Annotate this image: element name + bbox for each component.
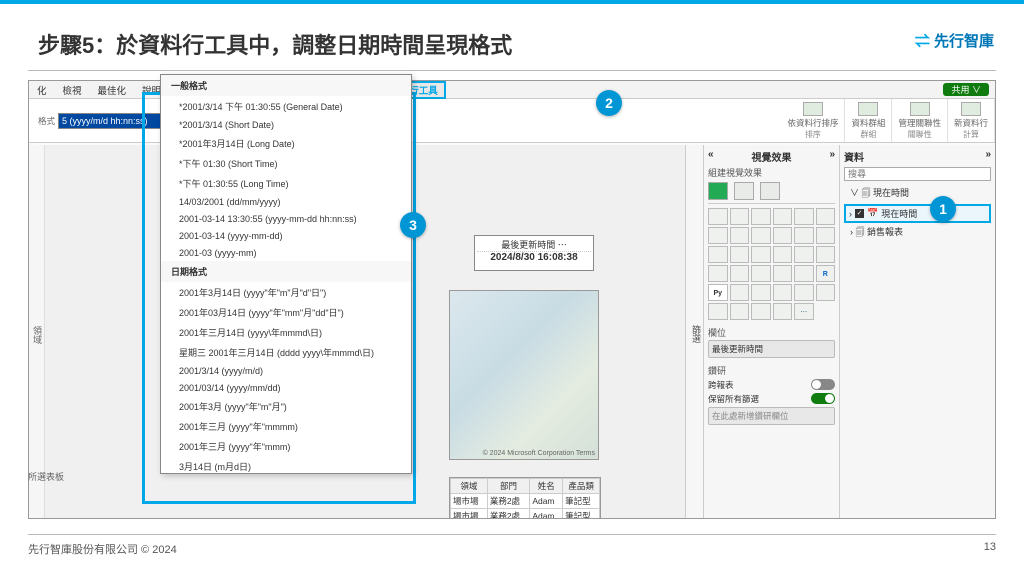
viz-icon[interactable] xyxy=(773,208,793,225)
viz-icon[interactable] xyxy=(730,227,750,244)
marker-3: 3 xyxy=(400,212,426,238)
ts-title: 最後更新時間 ⋯ xyxy=(477,238,591,252)
build-tab-icon[interactable] xyxy=(708,182,728,200)
viz-icon[interactable] xyxy=(730,303,750,320)
viz-icon[interactable] xyxy=(708,303,728,320)
viz-icon[interactable] xyxy=(773,227,793,244)
tab-view[interactable]: 檢視 xyxy=(55,83,90,97)
filter-pane-collapsed[interactable]: 篩選 xyxy=(685,145,703,518)
viz-icon[interactable] xyxy=(751,227,771,244)
viz-icon[interactable] xyxy=(794,265,814,282)
viz-icon[interactable] xyxy=(708,227,728,244)
domain-bar[interactable]: 領域 xyxy=(29,145,45,518)
format-tab-icon[interactable] xyxy=(734,182,754,200)
format-option[interactable]: 2001-03 (yyyy-mm) xyxy=(161,244,411,261)
new-column-icon[interactable] xyxy=(961,102,981,116)
format-option[interactable]: 14/03/2001 (dd/mm/yyyy) xyxy=(161,193,411,210)
viz-icon-py[interactable]: Py xyxy=(708,284,728,301)
format-option[interactable]: 2001-03-14 (yyyy-mm-dd) xyxy=(161,227,411,244)
format-option[interactable]: 2001年03月14日 (yyyy"年"mm"月"dd"日") xyxy=(161,302,411,322)
share-button[interactable]: 共用 ∨ xyxy=(943,83,989,96)
tree-column-selected[interactable]: ›✓📅現在時間 xyxy=(844,204,991,223)
viz-icon[interactable] xyxy=(816,284,836,301)
marker-2: 2 xyxy=(596,90,622,116)
viz-icon[interactable] xyxy=(773,246,793,263)
marker-1: 1 xyxy=(930,196,956,222)
format-option[interactable]: *2001/3/14 下午 01:30:55 (General Date) xyxy=(161,96,411,116)
table-row: 場市場業務2處Adam筆記型 xyxy=(451,494,600,509)
map-attribution: © 2024 Microsoft Corporation Terms xyxy=(483,450,595,457)
tree-table[interactable]: › 🗐 銷售報表 xyxy=(844,223,991,243)
viz-icon[interactable]: R xyxy=(816,265,836,282)
format-option[interactable]: 星期三 2001年三月14日 (dddd yyyy\年mmmd\日) xyxy=(161,342,411,362)
search-input[interactable] xyxy=(844,167,991,181)
format-option[interactable]: 3月14日 (m月d日) xyxy=(161,456,411,474)
viz-icon[interactable] xyxy=(751,284,771,301)
relationship-icon[interactable] xyxy=(910,102,930,116)
viz-icon[interactable] xyxy=(751,246,771,263)
viz-icon[interactable] xyxy=(816,246,836,263)
viz-icon[interactable] xyxy=(730,208,750,225)
format-label: 格式 xyxy=(38,115,55,127)
page-number: 13 xyxy=(984,541,996,557)
viz-icon[interactable] xyxy=(708,208,728,225)
viz-icon[interactable] xyxy=(708,246,728,263)
viz-icon[interactable] xyxy=(730,265,750,282)
map-title: 收入 xyxy=(450,290,470,293)
group-icon[interactable] xyxy=(858,102,878,116)
viz-icon[interactable] xyxy=(816,208,836,225)
footer-copyright: 先行智庫股份有限公司 © 2024 xyxy=(28,541,177,557)
viz-icon[interactable] xyxy=(794,208,814,225)
viz-icon[interactable] xyxy=(794,227,814,244)
cross-report-toggle[interactable] xyxy=(811,379,835,390)
format-option[interactable]: 2001/03/14 (yyyy/mm/dd) xyxy=(161,379,411,396)
timestamp-card[interactable]: 最後更新時間 ⋯ 2024/8/30 16:08:38 xyxy=(474,235,594,271)
viz-icon[interactable] xyxy=(773,265,793,282)
checkbox-icon: ✓ xyxy=(855,209,864,218)
brand-logo: 先行智庫 xyxy=(915,30,994,51)
analytics-tab-icon[interactable] xyxy=(760,182,780,200)
viz-icon[interactable] xyxy=(708,265,728,282)
sort-icon[interactable] xyxy=(803,102,823,116)
viz-icon[interactable] xyxy=(794,284,814,301)
drill-well[interactable]: 在此處新增鑽研欄位 xyxy=(708,407,835,425)
viz-icon[interactable] xyxy=(751,303,771,320)
tree-table[interactable]: ∨ 🗐 現在時間 xyxy=(844,184,991,204)
slide-title: 步驟5：於資料行工具中，調整日期時間呈現格式 xyxy=(38,28,512,60)
viz-gallery: R Py ⋯ xyxy=(708,208,835,320)
viz-icon[interactable] xyxy=(751,265,771,282)
tab-visualize[interactable]: 化 xyxy=(29,83,55,97)
keep-filters-toggle[interactable] xyxy=(811,393,835,404)
format-option[interactable]: *下午 01:30 (Short Time) xyxy=(161,153,411,173)
table-visual[interactable]: 領域 部門 姓名 產品類 場市場業務2處Adam筆記型 場市場業務2處Adam筆… xyxy=(449,477,601,519)
viz-icon[interactable] xyxy=(773,303,793,320)
viz-icon[interactable]: ⋯ xyxy=(794,303,814,320)
format-option[interactable]: *下午 01:30:55 (Long Time) xyxy=(161,173,411,193)
format-option[interactable]: 2001年三月14日 (yyyy\年mmmd\日) xyxy=(161,322,411,342)
table-row: 場市場業務2處Adam筆記型 xyxy=(451,509,600,520)
map-visual[interactable]: 收入 © 2024 Microsoft Corporation Terms xyxy=(449,290,599,460)
viz-icon[interactable] xyxy=(730,284,750,301)
visualizations-pane: « 視覺效果 » 組建視覺效果 R Py ⋯ 欄位 最後更新時間 鑽研 xyxy=(703,145,839,518)
format-option[interactable]: 2001-03-14 13:30:55 (yyyy-mm-dd hh:nn:ss… xyxy=(161,210,411,227)
format-dropdown[interactable] xyxy=(58,113,173,129)
format-dropdown-menu: 一般格式 *2001/3/14 下午 01:30:55 (General Dat… xyxy=(160,74,412,474)
viz-icon[interactable] xyxy=(730,246,750,263)
viz-icon[interactable] xyxy=(816,227,836,244)
viz-icon[interactable] xyxy=(773,284,793,301)
format-option[interactable]: 2001年三月 (yyyy"年"mmmm) xyxy=(161,416,411,436)
format-option[interactable]: *2001年3月14日 (Long Date) xyxy=(161,133,411,153)
field-well[interactable]: 最後更新時間 xyxy=(708,340,835,358)
format-option[interactable]: *2001/3/14 (Short Date) xyxy=(161,116,411,133)
format-option[interactable]: 2001年3月 (yyyy"年"m"月") xyxy=(161,396,411,416)
format-option[interactable]: 2001年3月14日 (yyyy"年"m"月"d"日") xyxy=(161,282,411,302)
data-pane: 資料» ∨ 🗐 現在時間 ›✓📅現在時間 › 🗐 銷售報表 xyxy=(839,145,995,518)
viz-icon[interactable] xyxy=(751,208,771,225)
format-option[interactable]: 2001/3/14 (yyyy/m/d) xyxy=(161,362,411,379)
tab-optimize[interactable]: 最佳化 xyxy=(90,83,135,97)
viz-icon[interactable] xyxy=(794,246,814,263)
format-option[interactable]: 2001年三月 (yyyy"年"mmm) xyxy=(161,436,411,456)
ts-value: 2024/8/30 16:08:38 xyxy=(477,252,591,263)
